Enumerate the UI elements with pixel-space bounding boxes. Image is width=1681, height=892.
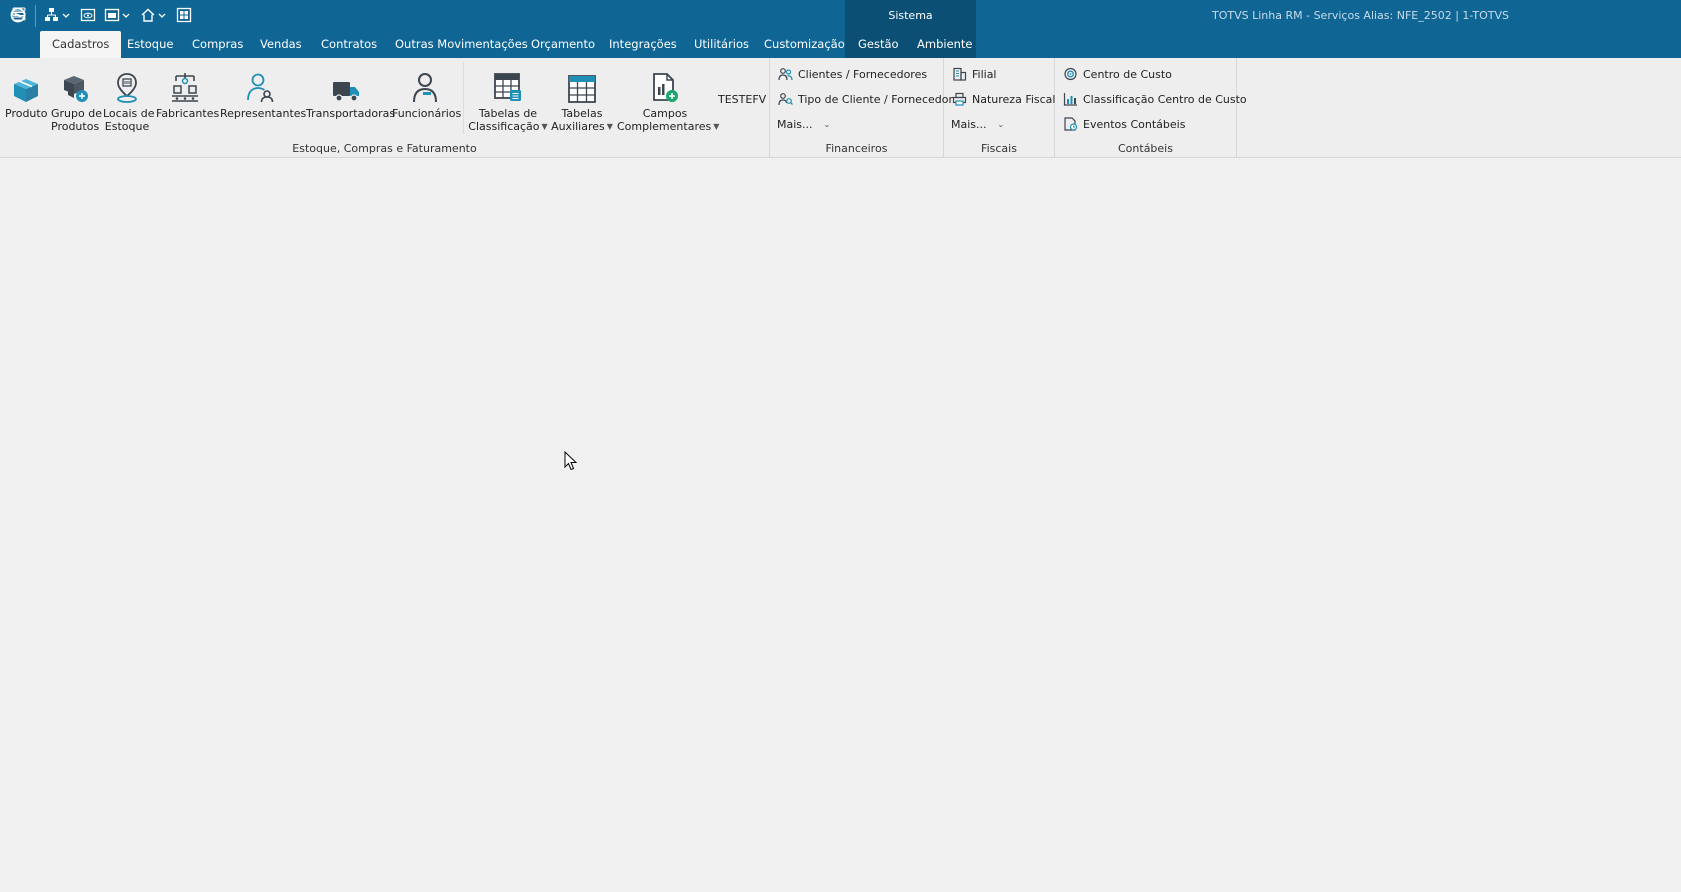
target-icon bbox=[1064, 67, 1077, 81]
group-label-contabeis: Contábeis bbox=[1118, 142, 1173, 155]
tab-compras[interactable]: Compras bbox=[180, 31, 255, 58]
produto-button[interactable]: Produto bbox=[5, 66, 47, 120]
group-label-fiscais: Fiscais bbox=[981, 142, 1017, 155]
tab-customizacao[interactable]: Customização bbox=[752, 31, 857, 58]
testefv-button[interactable]: TESTEFV bbox=[718, 93, 766, 106]
chevron-down-icon: ▼ bbox=[713, 122, 720, 131]
tab-estoque[interactable]: Estoque bbox=[115, 31, 185, 58]
financeiros-mais-dropdown[interactable]: Mais... ⌄ bbox=[777, 115, 830, 133]
chevron-down-icon: ▼ bbox=[606, 122, 613, 131]
tipo-cliente-fornecedor-button[interactable]: Tipo de Cliente / Fornecedor bbox=[778, 90, 953, 108]
chevron-down-icon: ▼ bbox=[541, 122, 548, 131]
location-pin-icon bbox=[103, 66, 151, 104]
tabelas-auxiliares-button[interactable]: Tabelas Auxiliares ▼ bbox=[551, 66, 613, 133]
org-chart-icon[interactable] bbox=[44, 7, 70, 23]
centro-custo-button[interactable]: Centro de Custo bbox=[1063, 65, 1172, 83]
home-icon[interactable] bbox=[140, 7, 168, 23]
person-user-icon bbox=[220, 66, 300, 104]
boxes-group-icon bbox=[51, 66, 99, 104]
grid-icon[interactable] bbox=[176, 7, 192, 23]
group-label-financeiros: Financeiros bbox=[825, 142, 888, 155]
document-event-icon bbox=[1064, 117, 1078, 131]
sistema-label: Sistema bbox=[888, 9, 933, 22]
tab-ambiente[interactable]: Ambiente bbox=[905, 31, 985, 58]
workspace-area bbox=[0, 159, 1681, 892]
representantes-button[interactable]: Representantes bbox=[220, 66, 306, 120]
transportadoras-button[interactable]: Transportadoras bbox=[306, 66, 395, 120]
table-icon bbox=[551, 66, 613, 104]
bar-chart-icon bbox=[1063, 93, 1077, 106]
fiscais-mais-dropdown[interactable]: Mais... ⌄ bbox=[951, 115, 1004, 133]
chevron-down-icon: ⌄ bbox=[997, 119, 1005, 129]
quick-access-separator bbox=[35, 5, 36, 27]
people-icon bbox=[778, 68, 793, 81]
employee-icon bbox=[392, 66, 458, 104]
tab-outras-movimentacoes[interactable]: Outras Movimentações bbox=[383, 31, 540, 58]
inner-separator bbox=[463, 62, 464, 134]
tab-utilitarios[interactable]: Utilitários bbox=[682, 31, 761, 58]
window-icon[interactable] bbox=[104, 7, 132, 23]
tab-gestao[interactable]: Gestão bbox=[846, 31, 911, 58]
group-label-estoque: Estoque, Compras e Faturamento bbox=[292, 142, 477, 155]
factory-icon bbox=[156, 66, 214, 104]
people-search-icon bbox=[778, 93, 793, 106]
view-icon[interactable] bbox=[80, 7, 96, 23]
eventos-contabeis-button[interactable]: Eventos Contábeis bbox=[1063, 115, 1185, 133]
filial-button[interactable]: Filial bbox=[952, 65, 997, 83]
funcionarios-button[interactable]: Funcionários bbox=[392, 66, 461, 120]
app-menu-icon[interactable] bbox=[12, 7, 26, 21]
truck-icon bbox=[306, 66, 386, 104]
building-icon bbox=[953, 67, 967, 81]
tab-orcamento[interactable]: Orçamento bbox=[519, 31, 607, 58]
window-title-info: TOTVS Linha RM - Serviços Alias: NFE_250… bbox=[1212, 9, 1509, 22]
natureza-fiscal-button[interactable]: Natureza Fiscal bbox=[952, 90, 1055, 108]
chevron-down-icon: ⌄ bbox=[823, 119, 831, 129]
mouse-cursor-icon bbox=[564, 450, 578, 474]
grupo-produtos-button[interactable]: Grupo de Produtos bbox=[51, 66, 102, 133]
table-list-icon bbox=[468, 66, 548, 104]
document-add-icon bbox=[617, 66, 713, 104]
locais-estoque-button[interactable]: Locais de Estoque bbox=[103, 66, 155, 133]
tab-cadastros[interactable]: Cadastros bbox=[40, 31, 122, 58]
clientes-fornecedores-button[interactable]: Clientes / Fornecedores bbox=[778, 65, 927, 83]
box-icon bbox=[5, 66, 47, 104]
tab-contratos[interactable]: Contratos bbox=[309, 31, 389, 58]
printer-icon bbox=[952, 92, 967, 106]
classificacao-centro-custo-button[interactable]: Classificação Centro de Custo bbox=[1063, 90, 1247, 108]
fabricantes-button[interactable]: Fabricantes bbox=[156, 66, 219, 120]
campos-complementares-button[interactable]: Campos Complementares ▼ bbox=[617, 66, 719, 133]
tab-integracoes[interactable]: Integrações bbox=[597, 31, 689, 58]
tab-vendas[interactable]: Vendas bbox=[248, 31, 314, 58]
tabelas-classificacao-button[interactable]: Tabelas de Classificação ▼ bbox=[468, 66, 548, 133]
